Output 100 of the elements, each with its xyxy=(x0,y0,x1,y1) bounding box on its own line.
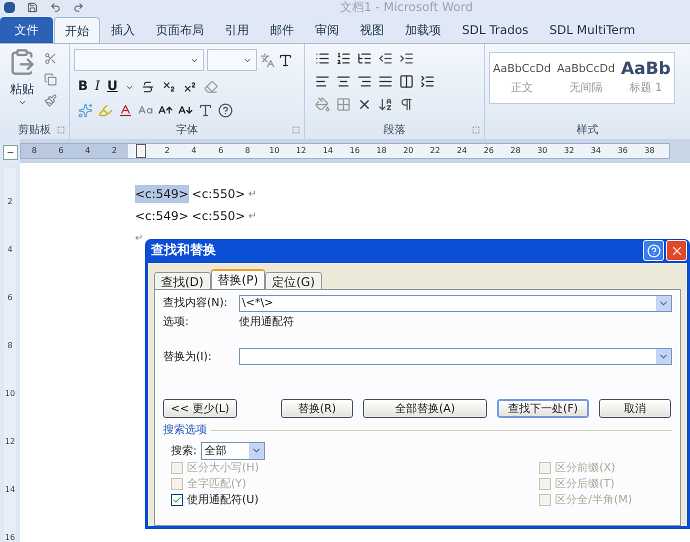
close-button[interactable] xyxy=(666,240,687,262)
align-left-icon[interactable] xyxy=(315,74,330,90)
checkbox-label: 全字匹配(Y) xyxy=(187,476,246,492)
document-text: <c:550> xyxy=(192,208,246,226)
ruler-number: 12 xyxy=(295,144,308,157)
style-name: 正文 xyxy=(510,80,533,96)
numbering-icon[interactable] xyxy=(336,51,351,66)
decrease-indent-icon[interactable] xyxy=(378,51,393,66)
dialog-button[interactable]: 取消 xyxy=(599,399,671,418)
justify-icon[interactable] xyxy=(378,74,393,90)
replace-field[interactable] xyxy=(239,348,672,366)
dialog-launcher-icon[interactable] xyxy=(472,126,480,134)
dialog-launcher-icon[interactable] xyxy=(292,126,300,134)
ruler-number: 6 xyxy=(7,294,13,302)
search-select[interactable]: 全部 xyxy=(200,442,265,460)
character-border-icon[interactable] xyxy=(278,52,293,68)
font-size-field[interactable] xyxy=(207,49,257,72)
cut-icon[interactable] xyxy=(44,52,57,66)
dialog-launcher-icon[interactable] xyxy=(57,126,65,134)
font-color-icon[interactable] xyxy=(118,102,133,118)
ruler-number: 18 xyxy=(375,144,388,157)
ruler-number: 24 xyxy=(456,144,468,157)
copy-icon[interactable] xyxy=(44,73,57,86)
ribbon-tab[interactable]: 页面布局 xyxy=(146,17,214,44)
style-item[interactable]: AaBbCcDd 正文 xyxy=(490,53,554,104)
ruler-number: 8 xyxy=(7,342,13,350)
search-label: 搜索: xyxy=(171,442,197,459)
character-shading-icon[interactable] xyxy=(198,102,213,118)
align-right-icon[interactable] xyxy=(357,74,372,90)
ruler-number: 8 xyxy=(30,144,38,157)
dialog-tab[interactable]: 替换(P) xyxy=(210,268,266,289)
sort-icon[interactable] xyxy=(378,97,393,112)
subscript-icon[interactable] xyxy=(162,80,176,94)
ribbon-tab[interactable]: SDL MultiTerm xyxy=(539,17,646,44)
ribbon-tab[interactable]: 开始 xyxy=(54,17,100,44)
ruler-number: 2 xyxy=(110,144,118,157)
ruler-number: 12 xyxy=(4,438,16,446)
style-item[interactable]: AaBb 标题 1 xyxy=(618,53,674,104)
ruler-number: 30 xyxy=(536,144,548,157)
bullets-icon[interactable] xyxy=(315,51,330,66)
format-painter-icon[interactable] xyxy=(44,94,57,108)
ruler-number: 28 xyxy=(509,144,522,157)
tab-selector[interactable] xyxy=(2,144,18,160)
increase-indent-icon[interactable] xyxy=(399,51,414,66)
ribbon-tab[interactable]: 视图 xyxy=(350,17,394,44)
multilevel-list-icon[interactable] xyxy=(357,51,372,66)
style-name: 无间隔 xyxy=(569,80,602,96)
checkbox-label: 区分后缀(T) xyxy=(555,476,615,492)
dialog-tab[interactable]: 查找(D) xyxy=(154,272,211,289)
italic-button[interactable]: I xyxy=(94,77,100,97)
style-name: 标题 1 xyxy=(630,80,662,96)
help-button[interactable] xyxy=(643,240,664,262)
find-value: \<*\> xyxy=(242,295,274,312)
ruler-number: 32 xyxy=(563,144,576,157)
checkbox-label: 区分全/半角(M) xyxy=(555,492,632,508)
field-label: 替换为(I): xyxy=(163,348,213,365)
options-value: 使用通配符 xyxy=(239,314,294,330)
ruler-number: 26 xyxy=(482,144,495,157)
paragraph-mark: ↵ xyxy=(248,210,257,224)
ruler-number: 20 xyxy=(402,144,414,157)
redo-icon[interactable] xyxy=(73,2,84,14)
superscript-icon[interactable] xyxy=(182,80,197,94)
bold-button[interactable]: B xyxy=(78,77,88,97)
checkbox-label: 使用通配符(U) xyxy=(187,492,259,508)
checkbox[interactable] xyxy=(171,494,183,506)
strikethrough-icon[interactable] xyxy=(140,80,155,94)
paste-label[interactable]: 粘贴 xyxy=(10,80,34,98)
style-item[interactable]: AaBbCcDd 无间隔 xyxy=(554,53,618,104)
ribbon-tab[interactable]: 加载项 xyxy=(395,17,451,44)
indent-marker[interactable] xyxy=(136,144,146,158)
dialog-button[interactable]: 全部替换(A) xyxy=(363,399,487,418)
show-marks-icon[interactable] xyxy=(399,97,414,112)
file-tab[interactable]: 文件 xyxy=(0,17,53,44)
check-icon xyxy=(172,494,182,505)
undo-icon[interactable] xyxy=(50,2,61,14)
distributed-icon[interactable] xyxy=(399,74,414,90)
ribbon-tab[interactable]: 引用 xyxy=(215,17,259,44)
ribbon-tab[interactable]: 邮件 xyxy=(260,17,304,44)
dialog-button[interactable]: << 更少(L) xyxy=(163,399,237,418)
help-icon[interactable] xyxy=(646,244,660,258)
align-center-icon[interactable] xyxy=(336,74,351,90)
dialog-button[interactable]: 替换(R) xyxy=(281,399,353,418)
options-label: 选项: xyxy=(163,314,190,330)
ruler-number: 34 xyxy=(590,144,602,157)
ruler-number: 2 xyxy=(7,198,13,206)
find-field[interactable]: \<*\> xyxy=(239,294,672,312)
line-spacing-icon[interactable] xyxy=(420,74,435,90)
app-logo-icon xyxy=(4,2,15,14)
save-icon[interactable] xyxy=(27,2,38,14)
underline-button[interactable]: U xyxy=(107,77,118,97)
ruler-number: 14 xyxy=(4,486,16,494)
font-name-field[interactable] xyxy=(74,49,204,72)
ruler-number: 36 xyxy=(616,144,629,157)
ribbon-tab[interactable]: 审阅 xyxy=(305,17,349,44)
ribbon-tab[interactable]: 插入 xyxy=(101,17,145,44)
dialog-button[interactable]: 查找下一处(F) xyxy=(497,399,589,418)
dialog-tab[interactable]: 定位(G) xyxy=(265,272,322,289)
ruler-number: 4 xyxy=(7,246,13,254)
ribbon-tab[interactable]: SDL Trados xyxy=(452,17,538,44)
ruler-number: 4 xyxy=(84,144,92,157)
